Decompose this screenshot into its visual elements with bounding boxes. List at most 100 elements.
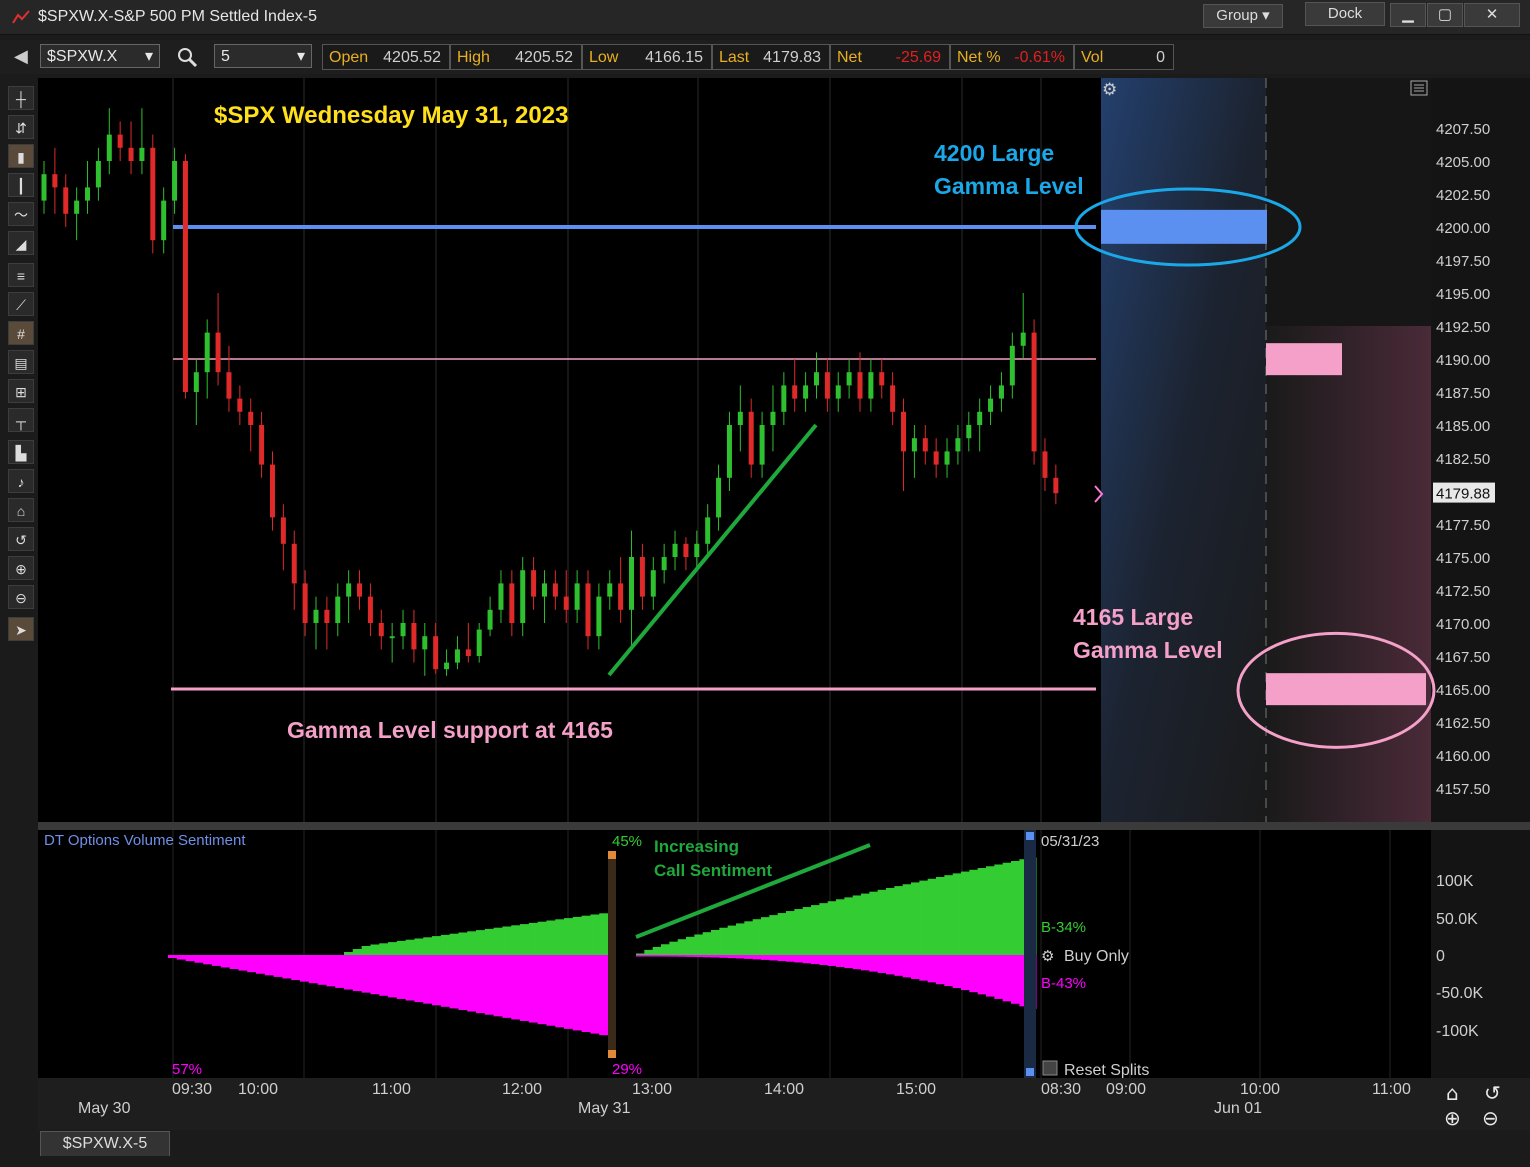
candle-body xyxy=(324,609,330,623)
candle-body xyxy=(465,649,471,656)
sentiment-buy-bar xyxy=(476,930,486,955)
undo-icon[interactable]: ↺ xyxy=(8,527,34,551)
chart-tab[interactable]: $SPXW.X-5 xyxy=(40,1131,170,1157)
pointer-tool-icon[interactable]: ➤ xyxy=(8,617,34,641)
sentiment-sell-bar xyxy=(986,955,995,997)
symbol-select[interactable]: $SPXW.X ▾ xyxy=(40,44,160,68)
sentiment-buy-bar xyxy=(911,882,920,955)
sentiment-buy-bar xyxy=(581,915,591,955)
fib-tool-icon[interactable]: ≡ xyxy=(8,263,34,287)
price-tick: 4170.00 xyxy=(1436,616,1490,633)
time-tick: 09:00 xyxy=(1106,1081,1146,1098)
sentiment-sell-bar xyxy=(458,955,468,1010)
time-tick: 13:00 xyxy=(632,1081,672,1098)
candle-body xyxy=(182,161,188,392)
sentiment-sell-bar xyxy=(836,955,845,967)
sentiment-sell-bar xyxy=(203,955,213,965)
brush-tool-icon[interactable]: ▙ xyxy=(8,440,34,464)
grid-tool-icon[interactable]: # xyxy=(8,321,34,345)
sentiment-sell-bar xyxy=(736,955,745,959)
price-tick: 4160.00 xyxy=(1436,748,1490,765)
split-handle-top xyxy=(608,851,616,859)
sentiment-buy-bar xyxy=(752,919,762,955)
home-icon[interactable]: ⌂ xyxy=(8,498,34,522)
minimize-icon[interactable]: ▁ xyxy=(1390,3,1426,27)
interval-select[interactable]: 5 ▾ xyxy=(214,44,312,68)
sentiment-buy-bar xyxy=(969,869,979,955)
sentiment-sell-bar xyxy=(194,955,204,963)
quote-net: Net % -0.61% xyxy=(950,44,1074,70)
sentiment-buy-bar xyxy=(702,932,712,955)
quote-low: Low 4166.15 xyxy=(582,44,712,70)
sentiment-sell-bar xyxy=(869,955,879,972)
search-icon[interactable] xyxy=(177,47,199,69)
candle-body xyxy=(716,477,722,518)
date-tick: May 31 xyxy=(578,1100,631,1117)
price-tick: 4185.00 xyxy=(1436,418,1490,435)
bar-tool-icon[interactable]: ┃ xyxy=(8,173,34,197)
sentiment-buy-bar xyxy=(902,884,912,955)
candlestick-tool-icon[interactable]: ▮ xyxy=(8,144,34,168)
time-tick: 12:00 xyxy=(502,1081,542,1098)
sentiment-sell-bar xyxy=(449,955,459,1009)
zoom-out-icon[interactable]: ⊖ xyxy=(8,585,34,609)
candle-body xyxy=(607,583,613,597)
chart-title-annotation: $SPX Wednesday May 31, 2023 xyxy=(214,102,568,129)
sentiment-sell-bar xyxy=(405,955,415,1001)
support-label: Gamma Level support at 4165 xyxy=(287,717,613,743)
sentiment-sell-bar xyxy=(300,955,310,982)
sentiment-sell-bar xyxy=(944,955,954,987)
zoom-in-icon[interactable]: ⊕ xyxy=(8,556,34,580)
candle-body xyxy=(879,372,885,386)
group-button[interactable]: Group ▾ xyxy=(1203,4,1283,28)
quote-value: 4166.15 xyxy=(645,49,703,66)
sentiment-buy-bar xyxy=(344,952,354,955)
sentiment-sell-bar xyxy=(652,955,662,957)
candle-body xyxy=(813,372,819,386)
note-tool-icon[interactable]: ♪ xyxy=(8,469,34,493)
date-tick: Jun 01 xyxy=(1214,1100,1262,1117)
candle-body xyxy=(726,425,732,478)
sentiment-buy-bar xyxy=(994,864,1004,955)
sentiment-sell-bar xyxy=(256,955,266,974)
candle-body xyxy=(868,372,874,399)
cursor-tool-icon[interactable]: ⇵ xyxy=(8,115,34,139)
sentiment-buy-bar xyxy=(555,919,565,955)
sentiment-sell-bar xyxy=(819,955,829,965)
gamma-4165-label-2: Gamma Level xyxy=(1073,637,1223,663)
maximize-icon[interactable]: ▢ xyxy=(1427,3,1463,27)
candle-body xyxy=(248,411,254,425)
sentiment-sell-bar xyxy=(769,955,779,961)
candle-body xyxy=(672,543,678,557)
sentiment-date: 05/31/23 xyxy=(1041,833,1099,850)
sentiment-buy-bar xyxy=(502,926,512,955)
sentiment-buy-bar xyxy=(869,891,879,955)
chart-area[interactable]: ⚙ $SPX Wednesday May 31, 2023 4200 Large Ga… xyxy=(38,78,1530,1130)
sentiment-buy-bar xyxy=(852,895,862,955)
candle-body xyxy=(433,636,439,670)
crosshair-tool-icon[interactable]: ┼ xyxy=(8,86,34,110)
trendline-tool-icon[interactable]: ⟋ xyxy=(8,292,34,316)
area-tool-icon[interactable]: ◢ xyxy=(8,231,34,255)
quote-label: High xyxy=(457,49,490,66)
sentiment-buy-bar xyxy=(636,953,645,955)
quote-value: -0.61% xyxy=(1014,49,1065,66)
line-tool-icon[interactable]: 〜 xyxy=(8,202,34,226)
table-tool-icon[interactable]: ▤ xyxy=(8,350,34,374)
hline-tool-icon[interactable]: ┬ xyxy=(8,408,34,432)
candle-body xyxy=(966,425,972,439)
candle-body xyxy=(302,583,308,623)
sentiment-buy-bar xyxy=(811,905,820,955)
close-icon[interactable]: ✕ xyxy=(1464,3,1520,27)
candle-body xyxy=(85,187,91,201)
sentiment-sell-bar xyxy=(220,955,231,968)
dock-button[interactable]: Dock xyxy=(1305,2,1385,26)
quote-label: Low xyxy=(589,49,619,66)
back-arrow-icon[interactable]: ◀ xyxy=(14,46,28,67)
candle-body xyxy=(411,623,417,650)
candle-body xyxy=(63,187,69,214)
sentiment-buy-bar xyxy=(511,925,521,955)
sentiment-sell-bar xyxy=(844,955,854,969)
candle-body xyxy=(541,583,547,597)
plus-grid-icon[interactable]: ⊞ xyxy=(8,379,34,403)
